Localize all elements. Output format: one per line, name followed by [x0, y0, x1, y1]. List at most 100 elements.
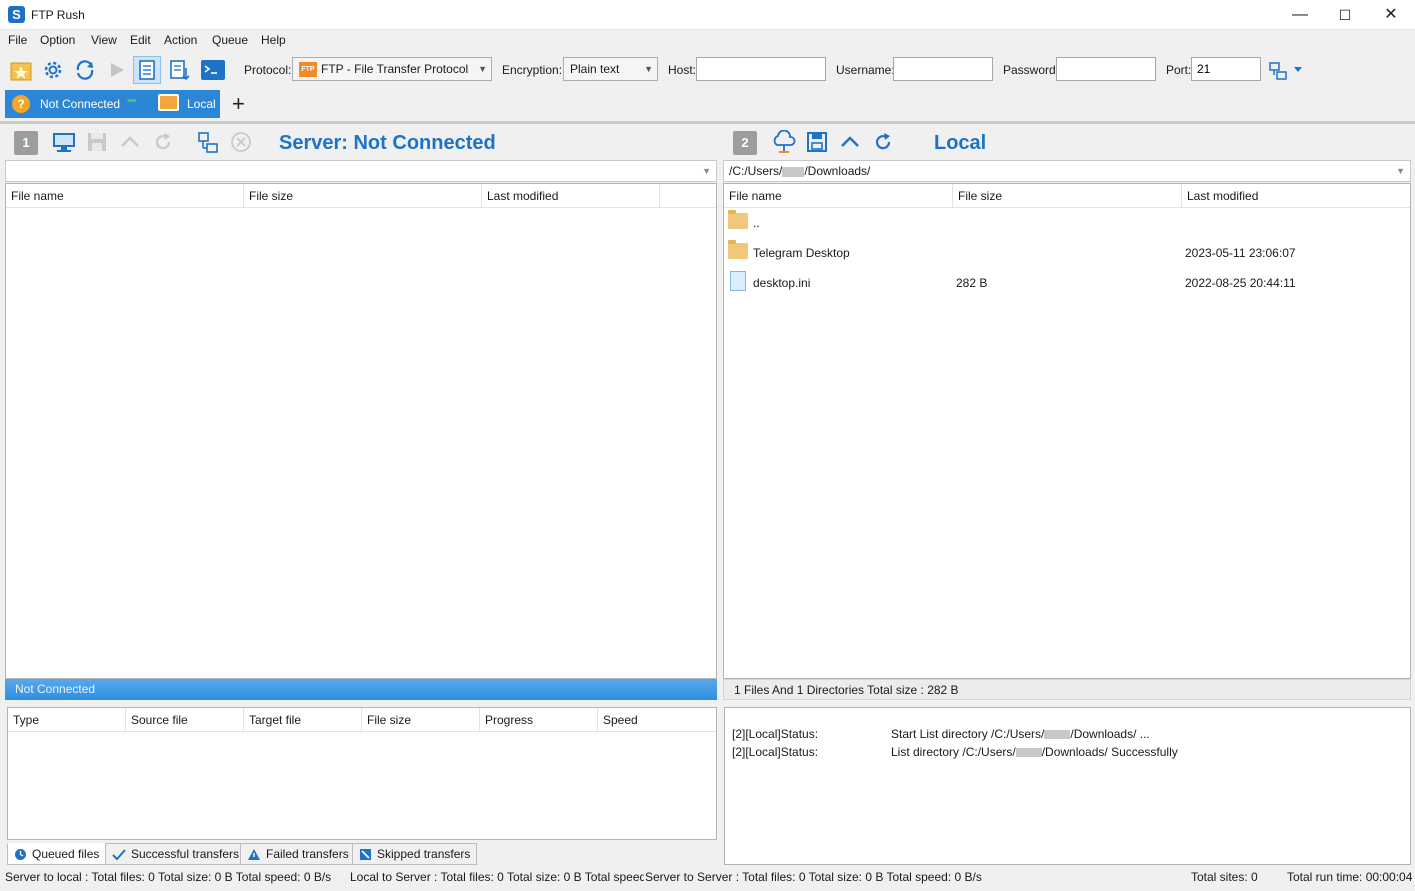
connection-tab[interactable]: ? Not Connected ••• Local — [5, 90, 220, 118]
maximize-button[interactable]: ☐ — [1322, 0, 1368, 30]
password-input[interactable] — [1056, 57, 1156, 81]
encryption-select[interactable]: Plain text ▼ — [563, 57, 658, 81]
column-file-name[interactable]: File name — [724, 184, 953, 208]
server-list-header: File name File size Last modified — [6, 184, 716, 208]
transfer-queue-list[interactable]: Type Source file Target file File size P… — [7, 707, 717, 840]
refresh-icon[interactable] — [869, 128, 897, 156]
tab-successful-transfers[interactable]: Successful transfers — [105, 843, 247, 865]
server-path-combobox[interactable]: ▼ — [5, 160, 717, 182]
menu-file[interactable]: File — [8, 33, 27, 47]
network-icon[interactable] — [194, 128, 222, 156]
password-label: Password: — [1003, 63, 1060, 77]
local-computer-icon[interactable] — [50, 128, 78, 156]
server-panel-header: 1 Server: Not Connected — [5, 125, 717, 161]
server-file-list[interactable]: File name File size Last modified — [5, 183, 717, 679]
chevron-down-icon: ▼ — [702, 166, 711, 176]
queue-tab-bar: Queued files Successful transfers Failed… — [7, 843, 717, 865]
queue-list-icon[interactable] — [166, 56, 194, 84]
log-source: [2][Local]Status: — [732, 727, 819, 741]
question-icon: ? — [12, 95, 30, 113]
column-target-file[interactable]: Target file — [244, 708, 362, 732]
log-message-suffix: /Downloads/ ... — [1070, 727, 1150, 741]
save-icon[interactable] — [83, 128, 111, 156]
encryption-value: Plain text — [570, 62, 620, 76]
connection-status-label: Not Connected — [40, 97, 121, 111]
local-panel-status: 1 Files And 1 Directories Total size : 2… — [723, 679, 1411, 700]
tab-divider — [0, 121, 1415, 124]
local-path-suffix: /Downloads/ — [804, 164, 871, 178]
menu-queue[interactable]: Queue — [212, 33, 248, 47]
port-input[interactable] — [1191, 57, 1261, 81]
tab-label: Queued files — [32, 847, 100, 861]
encryption-label: Encryption: — [502, 63, 563, 77]
log-panel[interactable]: [2][Local]Status: Start List directory /… — [724, 707, 1411, 865]
username-input[interactable] — [893, 57, 993, 81]
panel-number-badge: 1 — [14, 131, 38, 155]
up-folder-icon[interactable] — [836, 128, 864, 156]
file-modified: 2023-05-11 23:06:07 — [1185, 246, 1296, 260]
refresh-icon[interactable] — [149, 128, 177, 156]
local-list-header: File name File size Last modified — [724, 184, 1410, 208]
local-tab-label: Local — [187, 97, 216, 111]
column-last-modified[interactable]: Last modified — [482, 184, 660, 208]
menu-edit[interactable]: Edit — [130, 33, 151, 47]
menu-view[interactable]: View — [91, 33, 117, 47]
check-icon — [112, 848, 126, 860]
redacted-username — [1015, 748, 1042, 758]
column-file-size[interactable]: File size — [953, 184, 1182, 208]
local-file-list[interactable]: File name File size Last modified .. Tel… — [723, 183, 1411, 679]
menu-help[interactable]: Help — [261, 33, 286, 47]
file-name: desktop.ini — [753, 276, 811, 290]
menu-action[interactable]: Action — [164, 33, 197, 47]
file-name: Telegram Desktop — [753, 246, 850, 260]
list-item[interactable]: .. — [724, 208, 1410, 238]
column-source-file[interactable]: Source file — [126, 708, 244, 732]
folder-icon — [728, 210, 748, 229]
server-panel-title: Server: Not Connected — [279, 132, 496, 154]
local-path-combobox[interactable]: /C:/Users/ /Downloads/ ▼ — [723, 160, 1411, 182]
host-input[interactable] — [696, 57, 826, 81]
settings-gear-icon[interactable] — [39, 56, 67, 84]
log-message: Start List directory /C:/Users/ /Download… — [891, 727, 1150, 741]
menu-option[interactable]: Option — [40, 33, 75, 47]
username-label: Username: — [836, 63, 895, 77]
terminal-icon[interactable] — [199, 56, 227, 84]
close-button[interactable]: ✕ — [1368, 0, 1414, 30]
tab-label: Skipped transfers — [377, 847, 471, 861]
add-tab-button[interactable]: + — [232, 91, 245, 117]
column-type[interactable]: Type — [8, 708, 126, 732]
play-icon[interactable] — [103, 56, 131, 84]
link-dots-icon: ••• — [127, 95, 137, 107]
redacted-username — [782, 166, 805, 177]
tab-queued-files[interactable]: Queued files — [7, 843, 107, 865]
tab-skipped-transfers[interactable]: Skipped transfers — [352, 843, 478, 865]
log-source: [2][Local]Status: — [732, 745, 819, 759]
log-message-suffix: /Downloads/ Successfully — [1041, 745, 1178, 759]
column-last-modified[interactable]: Last modified — [1182, 184, 1410, 208]
file-size: 282 B — [956, 276, 988, 290]
list-item[interactable]: Telegram Desktop 2023-05-11 23:06:07 — [724, 238, 1410, 268]
queue-list-header: Type Source file Target file File size P… — [8, 708, 716, 732]
quick-connect-dropdown-icon[interactable] — [1266, 56, 1306, 84]
panel-number-badge: 2 — [733, 131, 757, 155]
protocol-select[interactable]: FTP FTP - File Transfer Protocol ▼ — [292, 57, 492, 81]
upload-cloud-icon[interactable] — [770, 128, 798, 156]
list-item[interactable]: desktop.ini 282 B 2022-08-25 20:44:11 — [724, 268, 1410, 298]
column-file-size[interactable]: File size — [244, 184, 482, 208]
column-progress[interactable]: Progress — [480, 708, 598, 732]
warning-icon — [248, 848, 260, 860]
column-file-name[interactable]: File name — [6, 184, 244, 208]
column-file-size[interactable]: File size — [362, 708, 480, 732]
minimize-button[interactable]: — — [1277, 0, 1323, 30]
column-speed[interactable]: Speed — [598, 708, 716, 732]
tab-failed-transfers[interactable]: Failed transfers — [240, 843, 356, 865]
bookmark-icon[interactable] — [803, 128, 831, 156]
up-folder-icon[interactable] — [116, 128, 144, 156]
transfer-log-icon[interactable] — [133, 56, 161, 84]
site-manager-star-icon[interactable] — [7, 56, 35, 84]
server-to-local-stats: Server to local : Total files: 0 Total s… — [5, 870, 332, 884]
reconnect-icon[interactable] — [71, 56, 99, 84]
disconnect-icon[interactable] — [227, 128, 255, 156]
log-message-prefix: List directory /C:/Users/ — [891, 745, 1016, 759]
chevron-down-icon: ▼ — [1396, 166, 1405, 176]
